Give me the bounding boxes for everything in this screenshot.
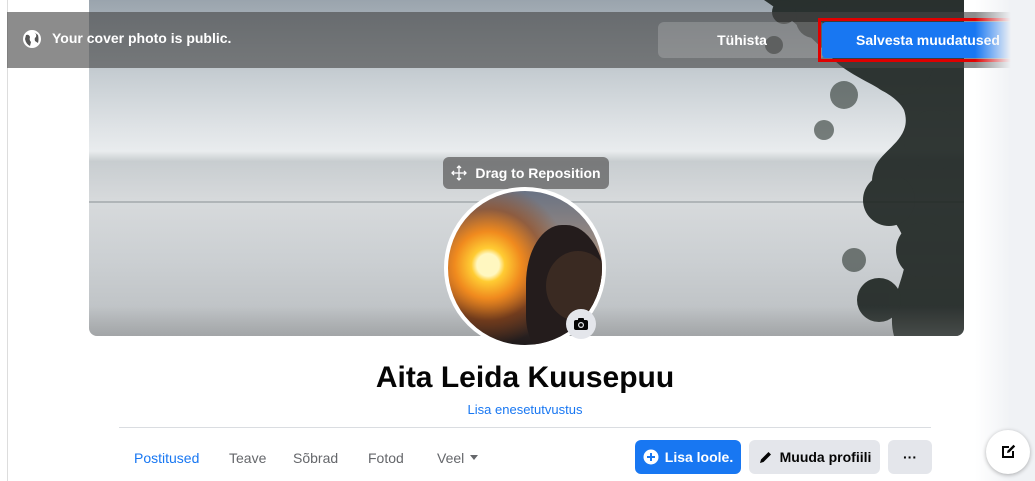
tab-photos[interactable]: Fotod <box>368 450 404 466</box>
tab-friends[interactable]: Sõbrad <box>293 450 338 466</box>
globe-icon <box>23 30 41 48</box>
camera-icon[interactable] <box>566 309 596 339</box>
tab-more[interactable]: Veel <box>437 450 479 466</box>
add-to-story-label: Lisa loole. <box>664 449 734 465</box>
add-bio-link[interactable]: Lisa enesetutvustus <box>0 402 1035 417</box>
edit-profile-label: Muuda profiili <box>779 449 872 465</box>
tab-more-label: Veel <box>437 450 465 466</box>
move-icon <box>451 165 468 181</box>
edit-profile-button[interactable]: Muuda profiili <box>749 440 880 474</box>
compose-icon <box>1002 444 1016 458</box>
caret-down-icon <box>470 455 479 460</box>
drag-label: Drag to Reposition <box>475 165 601 181</box>
pencil-icon <box>759 451 771 463</box>
compose-message-button[interactable] <box>986 430 1030 474</box>
add-to-story-button[interactable]: Lisa loole. <box>635 440 741 474</box>
camera-glyph <box>574 318 588 330</box>
drag-to-reposition[interactable]: Drag to Reposition <box>443 157 609 189</box>
profile-divider <box>119 427 931 428</box>
cover-notice-text: Your cover photo is public. <box>52 30 232 46</box>
cancel-button[interactable]: Tühista <box>658 22 826 58</box>
tab-posts[interactable]: Postitused <box>134 450 199 466</box>
plus-circle-icon <box>643 449 659 465</box>
profile-name: Aita Leida Kuusepuu <box>375 361 675 394</box>
tab-about[interactable]: Teave <box>229 450 266 466</box>
more-options-button[interactable]: ··· <box>888 440 932 474</box>
right-page-edge <box>975 0 1035 481</box>
cover-notice-bar: Your cover photo is public. Tühista Salv… <box>7 12 1035 68</box>
